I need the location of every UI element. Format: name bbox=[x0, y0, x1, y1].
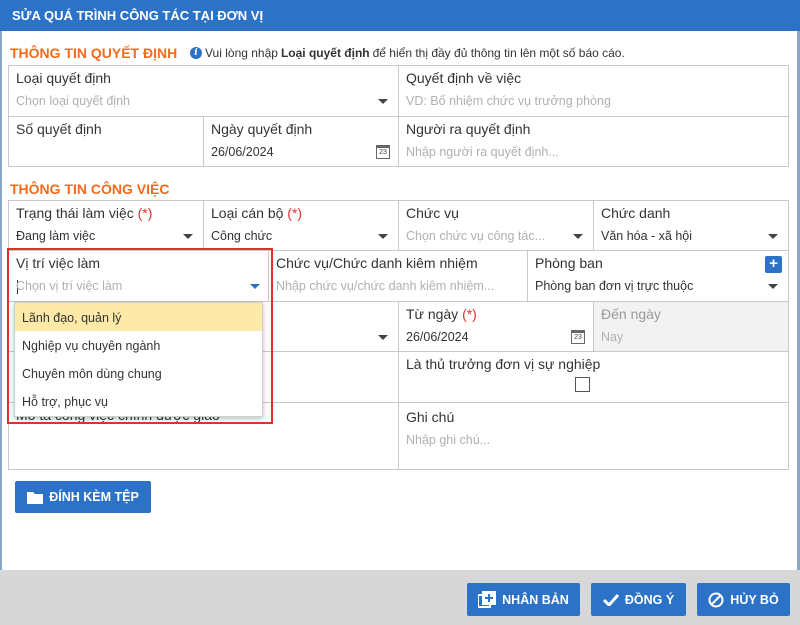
dialog-footer: NHÂN BẢN ĐỒNG Ý HỦY BỎ bbox=[0, 570, 800, 625]
title-select[interactable]: Chức danh Văn hóa - xã hội bbox=[593, 200, 789, 251]
dialog-left-border bbox=[0, 31, 2, 570]
notes-input[interactable]: Ghi chú Nhập ghi chú... bbox=[398, 402, 789, 470]
chevron-down-icon bbox=[768, 234, 778, 239]
chevron-down-icon bbox=[183, 234, 193, 239]
department-select[interactable]: Phòng ban Phòng ban đơn vị trực thuộc + bbox=[527, 250, 789, 302]
concurrent-position-label: Chức vụ/Chức danh kiêm nhiệm bbox=[276, 255, 478, 271]
end-date-placeholder: Nay bbox=[601, 330, 624, 344]
info-prefix: Vui lòng nhập bbox=[205, 46, 278, 60]
start-date-value: 26/06/2024 bbox=[406, 330, 469, 344]
decision-type-placeholder: Chọn loại quyết định bbox=[16, 94, 130, 108]
concurrent-position-input[interactable]: Chức vụ/Chức danh kiêm nhiệm Nhập chức v… bbox=[268, 250, 530, 302]
decision-issuer-input[interactable]: Người ra quyết định Nhập người ra quyết … bbox=[398, 116, 789, 167]
decision-issuer-placeholder: Nhập người ra quyết định... bbox=[406, 145, 559, 159]
folder-icon bbox=[27, 491, 44, 504]
decision-section-title: THÔNG TIN QUYẾT ĐỊNH bbox=[10, 45, 178, 61]
decision-number-label: Số quyết định bbox=[16, 121, 102, 137]
work-status-label: Trạng thái làm việc (*) bbox=[16, 205, 153, 221]
decision-number-input[interactable]: Số quyết định bbox=[8, 116, 204, 167]
staff-type-select[interactable]: Loại cán bộ (*) Công chức bbox=[203, 200, 399, 251]
decision-subject-label: Quyết định về việc bbox=[406, 70, 522, 86]
job-section-title: THÔNG TIN CÔNG VIỆC bbox=[10, 181, 170, 197]
position-label: Chức vụ bbox=[406, 205, 459, 221]
decision-issuer-label: Người ra quyết định bbox=[406, 121, 531, 137]
info-note: i Vui lòng nhập Loại quyết định để hiển … bbox=[190, 46, 625, 60]
info-icon: i bbox=[190, 47, 202, 59]
duplicate-label: NHÂN BẢN bbox=[502, 592, 569, 607]
duplicate-button[interactable]: NHÂN BẢN bbox=[467, 583, 580, 616]
decision-subject-placeholder: VD: Bổ nhiệm chức vụ trưởng phòng bbox=[406, 94, 611, 108]
cancel-icon bbox=[708, 592, 724, 608]
chevron-down-icon bbox=[378, 234, 388, 239]
staff-type-label: Loại cán bộ (*) bbox=[211, 205, 303, 221]
start-date-input[interactable]: Từ ngày (*) 26/06/2024 23 bbox=[398, 301, 594, 352]
attach-file-label: ĐÍNH KÈM TỆP bbox=[49, 490, 139, 504]
decision-date-value: 26/06/2024 bbox=[211, 145, 274, 159]
cancel-label: HỦY BỎ bbox=[730, 592, 779, 607]
head-of-unit-label: Là thủ trưởng đơn vị sự nghiệp bbox=[406, 356, 601, 372]
decision-date-label: Ngày quyết định bbox=[211, 121, 313, 137]
check-icon bbox=[602, 593, 619, 606]
chevron-down-icon bbox=[768, 284, 778, 289]
notes-placeholder: Nhập ghi chú... bbox=[406, 433, 491, 447]
highlight-box bbox=[7, 248, 273, 424]
duplicate-icon bbox=[478, 590, 497, 609]
chevron-down-icon bbox=[378, 335, 388, 340]
decision-type-select[interactable]: Loại quyết định Chọn loại quyết định bbox=[8, 65, 399, 117]
department-value: Phòng ban đơn vị trực thuộc bbox=[535, 279, 694, 293]
work-status-select[interactable]: Trạng thái làm việc (*) Đang làm việc bbox=[8, 200, 204, 251]
ok-label: ĐỒNG Ý bbox=[624, 592, 675, 607]
position-select[interactable]: Chức vụ Chọn chức vụ công tác... bbox=[398, 200, 594, 251]
notes-label: Ghi chú bbox=[406, 409, 455, 425]
decision-type-label: Loại quyết định bbox=[16, 70, 111, 86]
start-date-label: Từ ngày (*) bbox=[406, 306, 477, 322]
info-bold: Loại quyết định bbox=[280, 46, 370, 60]
end-date-input: Đến ngày Nay bbox=[593, 301, 789, 352]
staff-type-value: Công chức bbox=[211, 229, 273, 243]
work-status-value: Đang làm việc bbox=[16, 229, 96, 243]
decision-subject-input[interactable]: Quyết định về việc VD: Bổ nhiệm chức vụ … bbox=[398, 65, 789, 117]
ok-button[interactable]: ĐỒNG Ý bbox=[591, 583, 686, 616]
decision-date-input[interactable]: Ngày quyết định 26/06/2024 23 bbox=[203, 116, 399, 167]
head-of-unit-field: Là thủ trưởng đơn vị sự nghiệp bbox=[398, 351, 789, 403]
department-label: Phòng ban bbox=[535, 255, 603, 271]
chevron-down-icon bbox=[378, 99, 388, 104]
position-placeholder: Chọn chức vụ công tác... bbox=[406, 229, 545, 243]
title-value: Văn hóa - xã hội bbox=[601, 229, 693, 243]
head-of-unit-checkbox[interactable] bbox=[575, 377, 590, 392]
dialog-title: SỬA QUÁ TRÌNH CÔNG TÁC TẠI ĐƠN VỊ bbox=[0, 0, 800, 31]
end-date-label: Đến ngày bbox=[601, 306, 661, 322]
info-suffix: để hiển thị đầy đủ thông tin lên một số … bbox=[372, 46, 625, 60]
cancel-button[interactable]: HỦY BỎ bbox=[697, 583, 790, 616]
calendar-icon[interactable]: 23 bbox=[376, 145, 390, 159]
calendar-icon[interactable]: 23 bbox=[571, 330, 585, 344]
concurrent-position-placeholder: Nhập chức vụ/chức danh kiêm nhiệm... bbox=[276, 279, 495, 293]
chevron-down-icon bbox=[573, 234, 583, 239]
add-department-button[interactable]: + bbox=[765, 256, 782, 273]
title-label: Chức danh bbox=[601, 205, 671, 221]
attach-file-button[interactable]: ĐÍNH KÈM TỆP bbox=[15, 481, 151, 513]
